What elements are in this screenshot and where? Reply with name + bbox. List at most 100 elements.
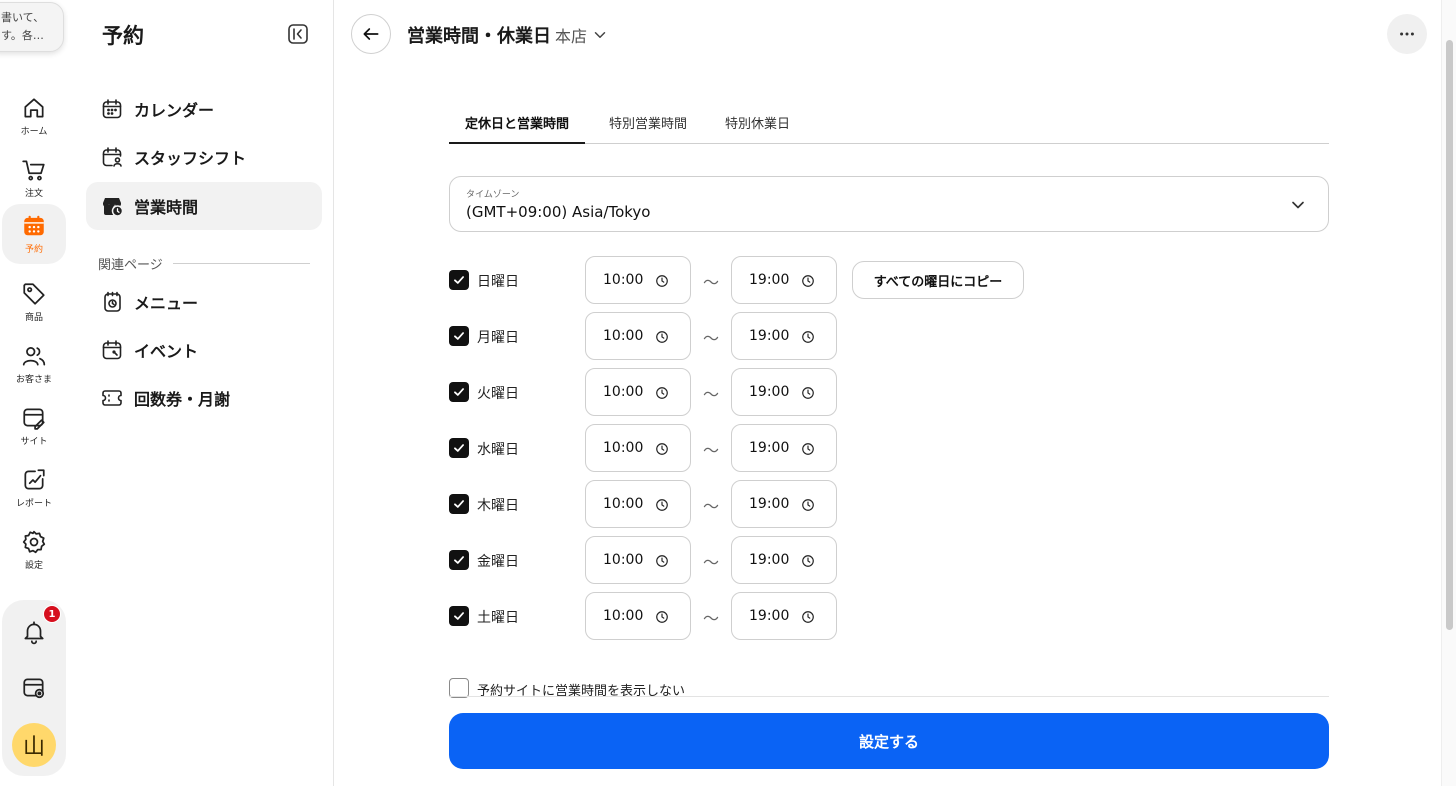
rail-label-reservations: 予約 (24, 245, 43, 255)
view-site-button[interactable] (16, 670, 52, 706)
save-settings-button[interactable]: 設定する (449, 713, 1329, 769)
day-checkbox[interactable] (449, 550, 469, 570)
rail-label-settings: 設定 (24, 561, 43, 571)
hide-hours-checkbox[interactable] (449, 678, 469, 698)
day-checkbox[interactable] (449, 326, 469, 346)
day-row: 火曜日 10:00 〜 19:00 (449, 368, 1329, 416)
clock-icon (656, 499, 668, 511)
sidebar-item-tickets[interactable]: 回数券・月謝 (86, 374, 322, 422)
tab-special-holidays[interactable]: 特別休業日 (709, 104, 806, 144)
staff-shift-icon (102, 147, 122, 167)
tooltip-chip: 書いて、 す。各… (0, 2, 64, 52)
sidebar-item-label: カレンダー (134, 101, 215, 120)
sidebar-title: 予約 (102, 24, 144, 48)
sidebar-item-label: 営業時間 (134, 198, 199, 217)
chevron-down-icon (594, 32, 606, 38)
day-label: 土曜日 (477, 610, 519, 626)
scrollbar-thumb[interactable] (1446, 40, 1453, 630)
end-time-input[interactable]: 19:00 (731, 536, 837, 584)
more-horizontal-icon (1400, 32, 1414, 36)
end-time-input[interactable]: 19:00 (731, 480, 837, 528)
end-time-input[interactable]: 19:00 (731, 256, 837, 304)
day-row: 水曜日 10:00 〜 19:00 (449, 424, 1329, 472)
day-checkbox[interactable] (449, 270, 469, 290)
bell-icon (24, 621, 44, 645)
day-checkbox[interactable] (449, 606, 469, 626)
range-separator: 〜 (703, 609, 720, 628)
rail-item-settings[interactable]: 設定 (2, 520, 66, 580)
start-time-input[interactable]: 10:00 (585, 592, 691, 640)
day-label: 木曜日 (477, 498, 519, 514)
check-icon (454, 612, 464, 620)
end-time-input[interactable]: 19:00 (731, 368, 837, 416)
site-icon (23, 408, 45, 430)
store-selector[interactable]: 本店 (555, 23, 609, 47)
back-button[interactable] (351, 14, 391, 54)
clock-icon (802, 387, 814, 399)
day-checkbox[interactable] (449, 382, 469, 402)
sidebar-item-label: メニュー (134, 294, 199, 313)
start-time-input[interactable]: 10:00 (585, 256, 691, 304)
calendar-icon (24, 215, 44, 236)
check-icon (454, 556, 464, 564)
page-title: 営業時間・休業日 (407, 26, 551, 47)
rail-item-site[interactable]: サイト (2, 396, 66, 456)
end-time-input[interactable]: 19:00 (731, 592, 837, 640)
start-time-value: 10:00 (603, 496, 644, 512)
start-time-input[interactable]: 10:00 (585, 368, 691, 416)
sidebar-item-business-hours[interactable]: 営業時間 (86, 182, 322, 230)
range-separator: 〜 (703, 553, 720, 572)
start-time-value: 10:00 (603, 440, 644, 456)
more-options-button[interactable] (1387, 14, 1427, 54)
calendar-icon (102, 99, 122, 119)
clock-icon (802, 275, 814, 287)
site-preview-icon (23, 678, 45, 699)
sidebar-item-staff-shift[interactable]: スタッフシフト (86, 133, 322, 181)
day-label: 日曜日 (477, 274, 519, 290)
related-pages-heading: 関連ページ (98, 254, 310, 273)
start-time-input[interactable]: 10:00 (585, 480, 691, 528)
rail-item-orders[interactable]: 注文 (2, 148, 66, 208)
avatar[interactable]: 山 (12, 723, 56, 767)
day-checkbox[interactable] (449, 494, 469, 514)
customers-icon (22, 347, 46, 366)
related-heading-label: 関連ページ (98, 258, 163, 273)
sidebar-item-calendar[interactable]: カレンダー (86, 85, 322, 133)
range-separator: 〜 (703, 329, 720, 348)
scrollbar[interactable] (1441, 0, 1456, 786)
rail-item-report[interactable]: レポート (2, 458, 66, 518)
check-icon (454, 276, 464, 284)
end-time-value: 19:00 (749, 272, 790, 288)
start-time-input[interactable]: 10:00 (585, 536, 691, 584)
clock-icon (656, 275, 668, 287)
tab-special-hours[interactable]: 特別営業時間 (593, 104, 703, 144)
home-icon (24, 98, 44, 118)
sidebar-item-menu[interactable]: メニュー (86, 278, 322, 326)
rail-label-products: 商品 (24, 313, 43, 323)
sidebar-item-event[interactable]: イベント (86, 326, 322, 374)
clock-icon (802, 331, 814, 343)
start-time-value: 10:00 (603, 608, 644, 624)
end-time-value: 19:00 (749, 440, 790, 456)
copy-to-all-days-button[interactable]: すべての曜日にコピー (852, 261, 1024, 299)
rail-item-home[interactable]: ホーム (2, 86, 66, 146)
tag-icon (23, 283, 45, 305)
end-time-input[interactable]: 19:00 (731, 312, 837, 360)
event-icon (102, 340, 122, 360)
collapse-sidebar-icon[interactable] (286, 22, 310, 46)
rail-item-customers[interactable]: お客さま (2, 334, 66, 394)
end-time-input[interactable]: 19:00 (731, 424, 837, 472)
rail-label-customers: お客さま (15, 375, 52, 385)
day-label: 金曜日 (477, 554, 519, 570)
rail-item-reservations[interactable]: 予約 (2, 204, 66, 264)
clock-icon (656, 611, 668, 623)
tab-regular-hours[interactable]: 定休日と営業時間 (449, 104, 586, 144)
clock-icon (656, 555, 668, 567)
start-time-input[interactable]: 10:00 (585, 312, 691, 360)
start-time-input[interactable]: 10:00 (585, 424, 691, 472)
day-checkbox[interactable] (449, 438, 469, 458)
rail-item-products[interactable]: 商品 (2, 272, 66, 332)
timezone-select[interactable]: タイムゾーン (GMT+09:00) Asia/Tokyo (449, 176, 1329, 232)
day-row: 月曜日 10:00 〜 19:00 (449, 312, 1329, 360)
check-icon (454, 388, 464, 396)
